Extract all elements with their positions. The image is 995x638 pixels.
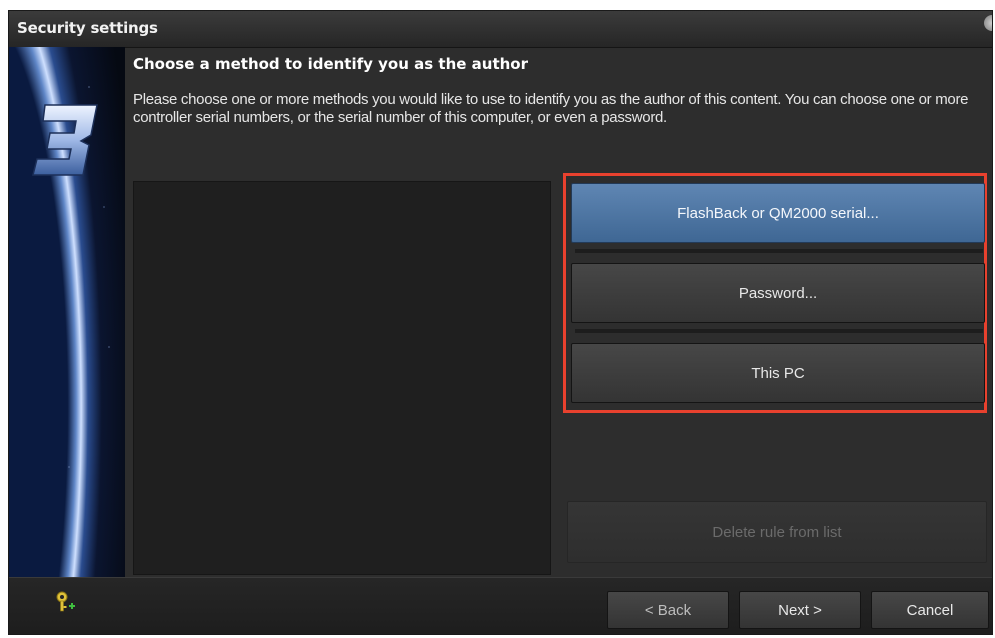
this-pc-label: This PC	[751, 364, 805, 382]
side-banner	[9, 47, 125, 577]
back-label: < Back	[644, 601, 692, 619]
next-button[interactable]: Next >	[739, 591, 861, 629]
window-title: Security settings	[17, 19, 158, 37]
cancel-label: Cancel	[906, 601, 954, 619]
page-heading: Choose a method to identify you as the a…	[133, 55, 529, 73]
version-3-logo	[32, 104, 98, 176]
back-button[interactable]: < Back	[607, 591, 729, 629]
window-control-icon[interactable]	[984, 15, 992, 31]
flashback-serial-label: FlashBack or QM2000 serial...	[677, 204, 879, 222]
key-add-icon[interactable]	[55, 591, 77, 613]
delete-rule-label: Delete rule from list	[712, 523, 842, 541]
password-label: Password...	[738, 284, 818, 302]
security-settings-dialog: Security settings Choose a method to ide…	[8, 10, 993, 635]
next-label: Next >	[778, 601, 822, 619]
page-description: Please choose one or more methods you wo…	[133, 91, 969, 126]
rules-list[interactable]	[133, 181, 551, 575]
delete-rule-button[interactable]: Delete rule from list	[567, 501, 987, 563]
password-button[interactable]: Password...	[571, 263, 985, 323]
flashback-serial-button[interactable]: FlashBack or QM2000 serial...	[571, 183, 985, 243]
this-pc-button[interactable]: This PC	[571, 343, 985, 403]
cancel-button[interactable]: Cancel	[871, 591, 989, 629]
separator	[575, 249, 983, 253]
separator	[575, 329, 983, 333]
title-bar: Security settings	[9, 11, 992, 48]
